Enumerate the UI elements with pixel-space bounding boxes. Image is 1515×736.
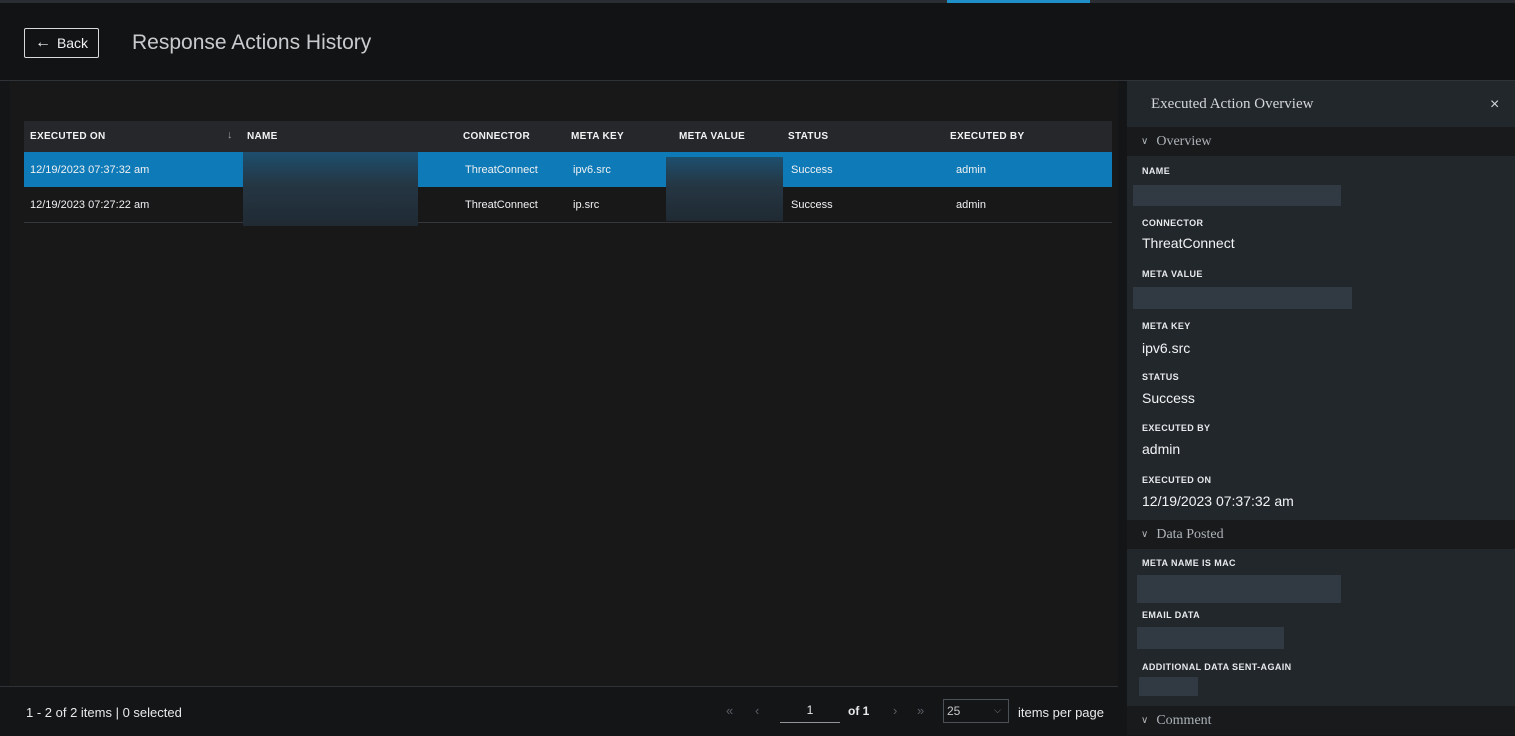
back-button[interactable]: ← Back	[24, 28, 99, 58]
column-header-name[interactable]: NAME	[247, 121, 278, 152]
table-row[interactable]: 12/19/2023 07:37:32 am ThreatConnect ipv…	[24, 152, 1112, 187]
column-header-executed-on[interactable]: EXECUTED ON	[30, 121, 106, 152]
close-icon[interactable]: ×	[1490, 96, 1499, 114]
table-footer: 1 - 2 of 2 items | 0 selected « ‹ 1 of 1…	[0, 686, 1118, 736]
chevron-down-icon: ∨	[1141, 136, 1149, 147]
cell-status: Success	[791, 163, 833, 176]
column-header-meta-key[interactable]: META KEY	[571, 121, 624, 152]
item-count: 1 - 2 of 2 items | 0 selected	[26, 705, 182, 720]
page-size-select[interactable]: 25 ⌵	[943, 699, 1009, 723]
field-value-connector: ThreatConnect	[1142, 235, 1235, 251]
section-overview-toggle[interactable]: ∨ Overview	[1127, 127, 1515, 156]
chevron-down-icon: ∨	[1141, 529, 1149, 540]
field-label-name: NAME	[1142, 166, 1171, 176]
last-page-icon[interactable]: »	[917, 703, 924, 718]
cell-meta-key: ip.src	[573, 198, 600, 211]
column-header-meta-value[interactable]: META VALUE	[679, 121, 745, 152]
field-value-executed-by: admin	[1142, 441, 1181, 457]
column-header-executed-by[interactable]: EXECUTED BY	[950, 121, 1024, 152]
chevron-down-icon: ⌵	[994, 705, 1001, 715]
actions-table: EXECUTED ON ↓ NAME CONNECTOR META KEY ME…	[24, 121, 1112, 226]
field-label-email-data: EMAIL DATA	[1142, 610, 1200, 620]
table-header: EXECUTED ON ↓ NAME CONNECTOR META KEY ME…	[24, 121, 1112, 152]
history-table-area: EXECUTED ON ↓ NAME CONNECTOR META KEY ME…	[10, 81, 1118, 735]
field-label-meta-name-is-mac: META NAME IS MAC	[1142, 558, 1236, 568]
section-data-posted-toggle[interactable]: ∨ Data Posted	[1127, 520, 1515, 549]
next-page-icon[interactable]: ›	[893, 703, 897, 718]
page-title: Response Actions History	[132, 31, 372, 54]
panel-title: Executed Action Overview	[1151, 96, 1314, 112]
field-value-meta-key: ipv6.src	[1142, 340, 1191, 356]
field-label-executed-on: EXECUTED ON	[1142, 475, 1212, 485]
field-label-additional-data: ADDITIONAL DATA SENT-AGAIN	[1142, 662, 1292, 672]
cell-connector: ThreatConnect	[465, 198, 538, 211]
redacted-email-data-value	[1137, 627, 1284, 649]
redacted-meta-value	[1133, 287, 1352, 309]
field-label-meta-key: META KEY	[1142, 321, 1191, 331]
column-header-status[interactable]: STATUS	[788, 121, 828, 152]
section-data-posted-label: Data Posted	[1156, 526, 1224, 542]
page-total: of 1	[848, 704, 870, 718]
field-label-connector: CONNECTOR	[1142, 218, 1204, 228]
page-header: ← Back Response Actions History	[0, 3, 1515, 81]
field-label-executed-by: EXECUTED BY	[1142, 423, 1211, 433]
page-number-input[interactable]: 1	[780, 700, 840, 723]
page-size-value: 25	[947, 704, 961, 718]
cell-connector: ThreatConnect	[465, 163, 538, 176]
redacted-meta-name-is-mac-value	[1137, 575, 1341, 603]
redacted-name-cells	[243, 152, 418, 226]
previous-page-icon[interactable]: ‹	[755, 703, 759, 718]
section-comment-toggle[interactable]: ∨ Comment	[1127, 706, 1515, 735]
section-overview-label: Overview	[1156, 133, 1212, 149]
redacted-name-value	[1133, 185, 1341, 206]
field-label-meta-value: META VALUE	[1142, 269, 1203, 279]
redacted-meta-value-cells	[666, 157, 783, 221]
redacted-additional-data-value	[1139, 677, 1198, 696]
cell-executed-by: admin	[956, 198, 986, 211]
executed-action-overview-panel: Executed Action Overview × ∨ Overview NA…	[1127, 81, 1515, 735]
arrow-left-icon: ←	[34, 34, 51, 51]
cell-executed-on: 12/19/2023 07:37:32 am	[30, 163, 150, 176]
cell-meta-key: ipv6.src	[573, 163, 611, 176]
cell-executed-by: admin	[956, 163, 986, 176]
column-header-connector[interactable]: CONNECTOR	[463, 121, 530, 152]
field-label-status: STATUS	[1142, 372, 1180, 382]
section-comment-label: Comment	[1156, 712, 1212, 728]
table-row[interactable]: 12/19/2023 07:27:22 am ThreatConnect ip.…	[24, 187, 1112, 223]
field-value-status: Success	[1142, 390, 1195, 406]
items-per-page-label: items per page	[1018, 705, 1104, 720]
cell-status: Success	[791, 198, 833, 211]
back-button-label: Back	[56, 35, 89, 51]
field-value-executed-on: 12/19/2023 07:37:32 am	[1142, 493, 1294, 509]
chevron-down-icon: ∨	[1141, 715, 1149, 726]
first-page-icon[interactable]: «	[726, 703, 733, 718]
cell-executed-on: 12/19/2023 07:27:22 am	[30, 198, 150, 211]
arrow-down-icon[interactable]: ↓	[227, 129, 233, 141]
